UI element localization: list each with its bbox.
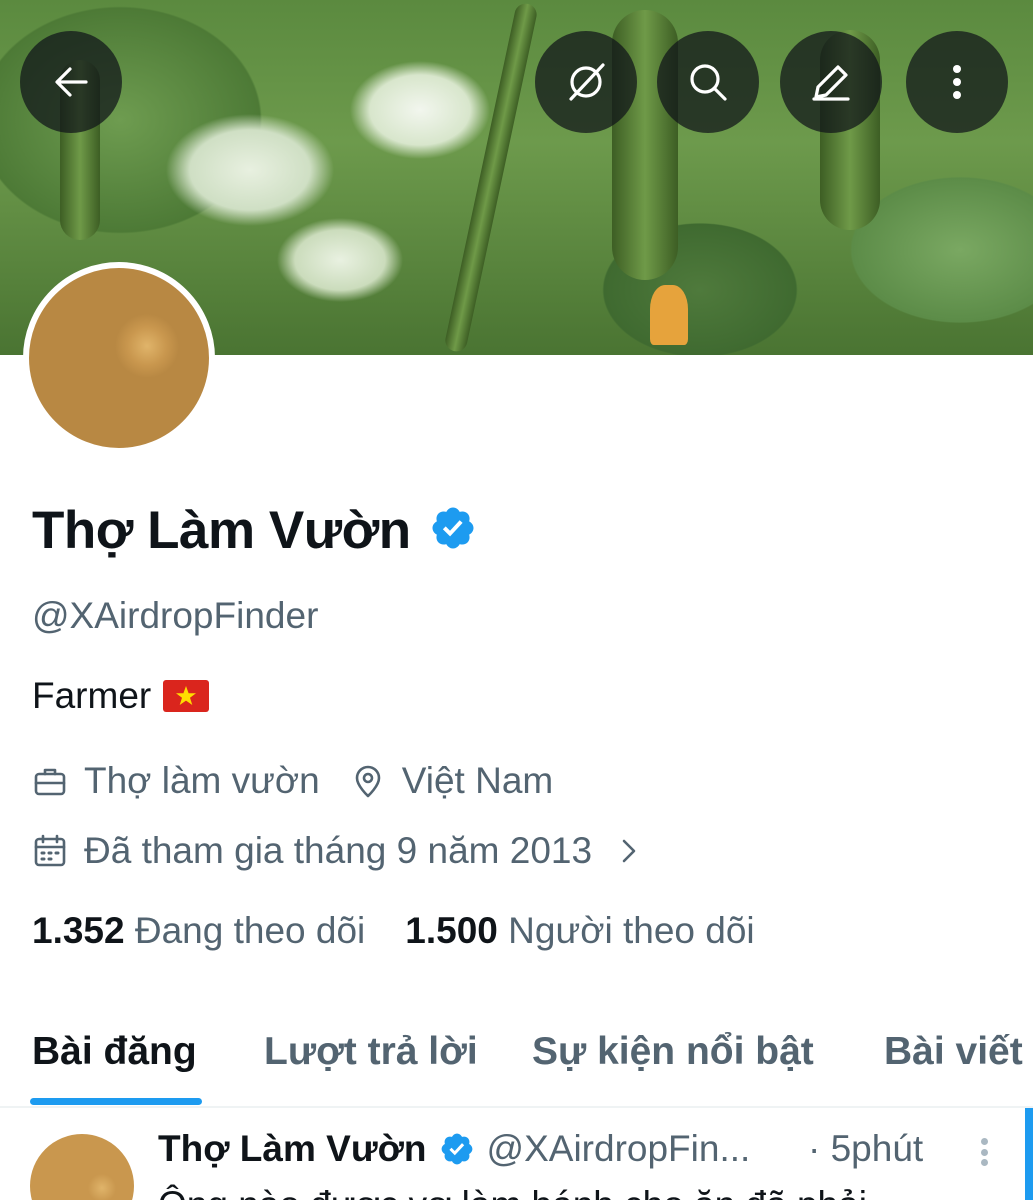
more-button[interactable] [906, 31, 1008, 133]
back-button[interactable] [20, 31, 122, 133]
tab-replies[interactable]: Lượt trả lời [264, 1030, 478, 1074]
following-link[interactable]: 1.352 Đang theo dõi [32, 910, 365, 952]
following-count: 1.352 [32, 910, 125, 951]
vietnam-flag-icon [163, 680, 210, 712]
profile-bio: Farmer [32, 675, 210, 717]
banner-stem [443, 1, 539, 354]
joined-row[interactable]: Đã tham gia tháng 9 năm 2013 [32, 830, 646, 872]
scroll-indicator [1025, 1108, 1033, 1200]
post-author[interactable]: Thợ Làm Vườn [158, 1128, 427, 1170]
verified-badge-icon [441, 1133, 472, 1165]
verified-badge-icon[interactable] [429, 504, 477, 557]
post-text: Ông nào được vợ làm bánh cho ăn đã phải [158, 1184, 867, 1200]
post-handle: @XAirdropFin... [486, 1128, 751, 1169]
arrow-left-icon [55, 67, 88, 97]
calendar-icon [34, 834, 66, 867]
tab-highlights[interactable]: Sự kiện nổi bật [532, 1030, 814, 1074]
more-vertical-icon [953, 65, 961, 99]
following-label: Đang theo dõi [134, 910, 366, 951]
display-name: Thợ Làm Vườn [32, 501, 411, 560]
post-time: · 5phút [808, 1128, 924, 1169]
grok-icon [569, 63, 605, 101]
profile-tabs: Bài đăng Lượt trả lời Sự kiện nổi bật Bà… [0, 1020, 1033, 1106]
tab-articles[interactable]: Bài viết [884, 1030, 1023, 1074]
post-avatar[interactable] [30, 1134, 134, 1200]
pencil-icon [812, 65, 850, 101]
search-button[interactable] [657, 31, 759, 133]
active-tab-indicator [30, 1098, 202, 1105]
profile-handle: @XAirdropFinder [32, 595, 319, 636]
tab-posts[interactable]: Bài đăng [32, 1030, 197, 1074]
profile-avatar[interactable] [23, 262, 215, 454]
grok-button[interactable] [535, 31, 637, 133]
followers-count: 1.500 [405, 910, 498, 951]
banner-flower [650, 285, 688, 345]
search-icon [690, 64, 727, 101]
followers-label: Người theo dõi [508, 910, 755, 951]
follow-stats: 1.352 Đang theo dõi 1.500 Người theo dõi [32, 910, 755, 952]
location-text: Việt Nam [401, 760, 554, 801]
briefcase-icon [34, 768, 66, 796]
bio-text: Farmer [32, 675, 152, 716]
profession-text: Thợ làm vườn [84, 760, 320, 801]
post-more-icon[interactable] [966, 1132, 1002, 1172]
followers-link[interactable]: 1.500 Người theo dõi [405, 910, 754, 952]
joined-text: Đã tham gia tháng 9 năm 2013 [84, 830, 593, 871]
location-pin-icon [355, 765, 381, 798]
chevron-right-icon [622, 839, 636, 863]
compose-button[interactable] [780, 31, 882, 133]
post-item[interactable]: Thợ Làm Vườn @XAirdropFin... · 5phút Ông… [0, 1108, 1033, 1200]
profile-meta-row: Thợ làm vườn Việt Nam [32, 760, 553, 802]
